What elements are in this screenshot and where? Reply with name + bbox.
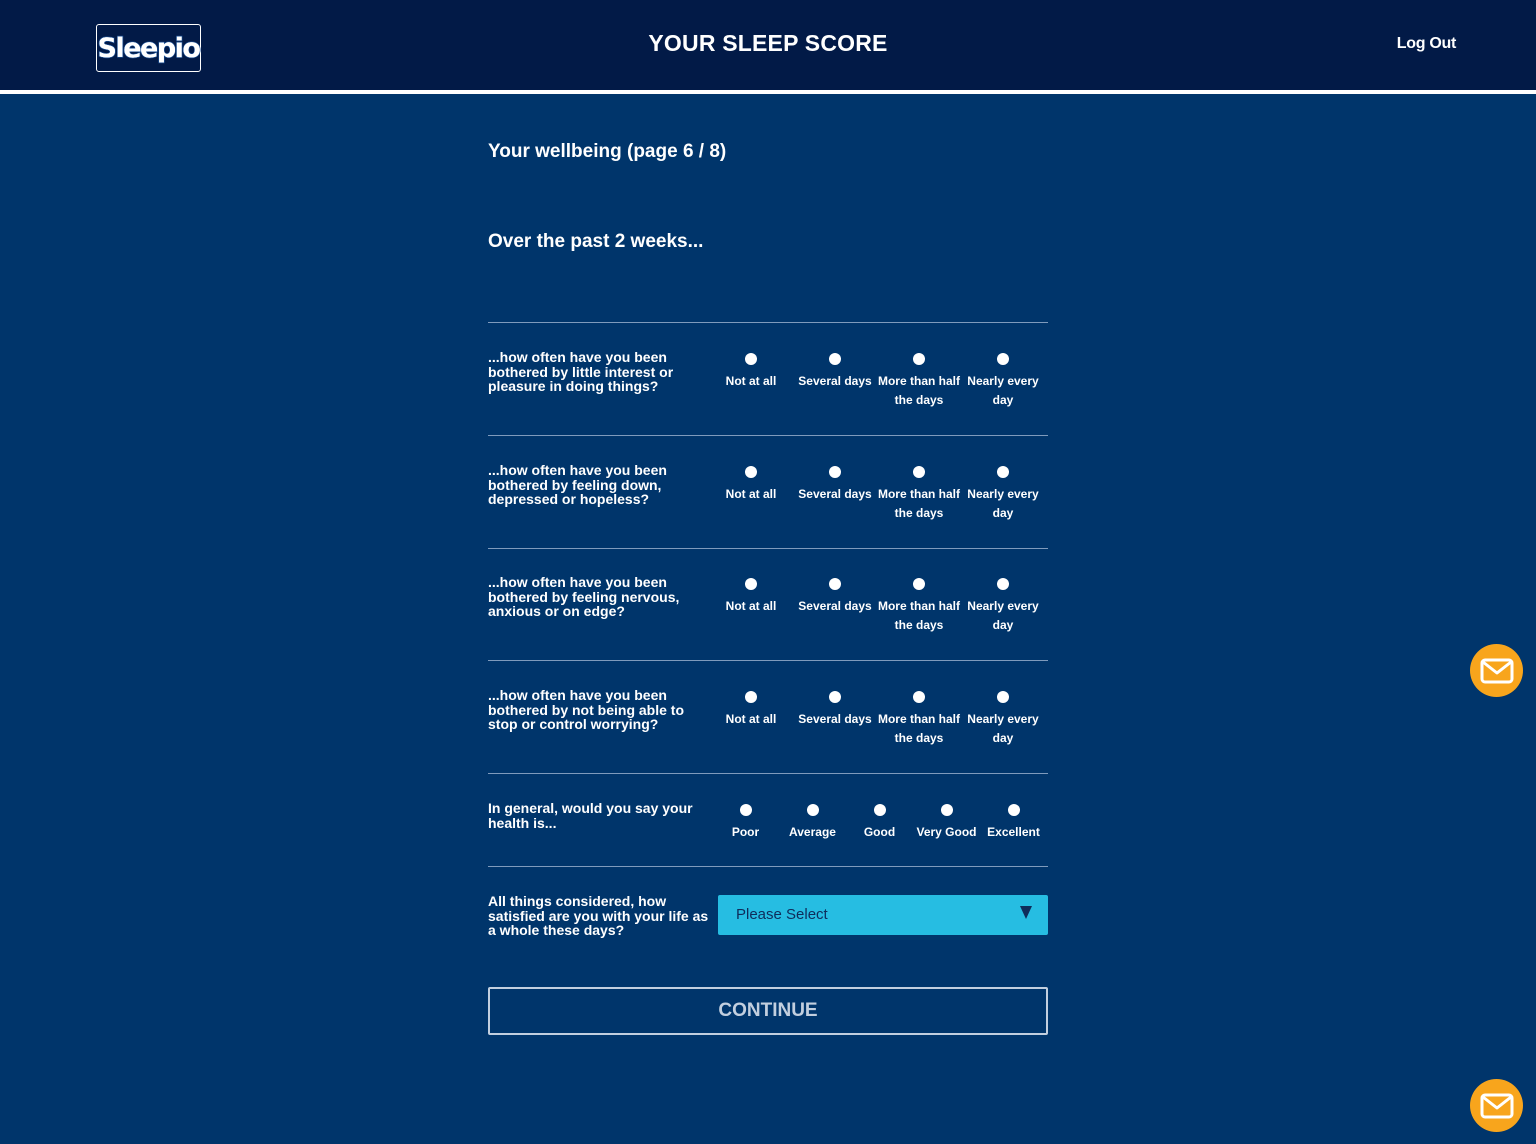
option-label: Not at all <box>725 712 777 726</box>
page-title: YOUR SLEEP SCORE <box>648 30 888 56</box>
divider <box>488 866 1048 867</box>
option-not-at-all[interactable]: Not at all <box>708 578 794 616</box>
option-label: More than half the days <box>877 712 960 745</box>
option-label: Excellent <box>987 825 1040 839</box>
logout-link[interactable]: Log Out <box>1397 35 1457 53</box>
radio-button[interactable] <box>829 578 841 590</box>
option-not-at-all[interactable]: Not at all <box>708 691 794 729</box>
radio-button[interactable] <box>873 804 886 816</box>
option-nearly-every-day[interactable]: Nearly every day <box>960 353 1046 410</box>
mail-icon <box>1480 658 1513 683</box>
mail-icon <box>1480 1093 1513 1118</box>
option-excellent[interactable]: Excellent <box>978 804 1049 842</box>
option-nearly-every-day[interactable]: Nearly every day <box>960 578 1046 635</box>
question-text: ...how often have you been bothered by l… <box>488 349 674 394</box>
option-several-days[interactable]: Several days <box>792 466 878 504</box>
radio-button[interactable] <box>913 353 925 365</box>
radio-button[interactable] <box>806 804 819 816</box>
option-label: Not at all <box>725 374 777 388</box>
option-label: More than half the days <box>877 374 960 407</box>
option-label: Poor <box>731 825 760 839</box>
divider <box>488 435 1048 436</box>
life-satisfaction-select[interactable]: Please Select <box>718 895 1048 935</box>
option-label: Very Good <box>916 825 977 839</box>
divider <box>488 548 1048 549</box>
option-poor[interactable]: Poor <box>710 804 781 842</box>
radio-button[interactable] <box>745 466 757 478</box>
option-label: Several days <box>798 599 872 613</box>
radio-button[interactable] <box>739 804 752 816</box>
radio-button[interactable] <box>913 691 925 703</box>
radio-button[interactable] <box>745 353 757 365</box>
question-text: ...how often have you been bothered by f… <box>488 462 667 507</box>
option-more-than-half[interactable]: More than half the days <box>876 691 962 748</box>
option-several-days[interactable]: Several days <box>792 691 878 729</box>
divider <box>488 660 1048 661</box>
option-label: Nearly every day <box>967 374 1039 407</box>
radio-button[interactable] <box>913 578 925 590</box>
option-label: Several days <box>798 374 872 388</box>
question-text: ...how often have you been bothered by f… <box>488 574 680 619</box>
option-more-than-half[interactable]: More than half the days <box>876 466 962 523</box>
radio-button[interactable] <box>829 353 841 365</box>
continue-button[interactable]: CONTINUE <box>488 987 1048 1035</box>
radio-button[interactable] <box>745 578 757 590</box>
option-several-days[interactable]: Several days <box>792 353 878 391</box>
option-label: Not at all <box>725 487 777 501</box>
question-text: ...how often have you been bothered by n… <box>488 687 684 732</box>
dropdown-arrow-icon <box>1020 906 1032 919</box>
top-bar: Sleepio YOUR SLEEP SCORE Log Out <box>0 0 1536 90</box>
divider <box>488 773 1048 774</box>
header-divider <box>0 90 1536 94</box>
section-title: Your wellbeing (page 6 / 8) <box>488 141 727 162</box>
option-nearly-every-day[interactable]: Nearly every day <box>960 691 1046 748</box>
option-several-days[interactable]: Several days <box>792 578 878 616</box>
option-more-than-half[interactable]: More than half the days <box>876 578 962 635</box>
option-label: Good <box>863 825 896 839</box>
option-average[interactable]: Average <box>777 804 848 842</box>
option-not-at-all[interactable]: Not at all <box>708 466 794 504</box>
option-label: Average <box>789 825 836 839</box>
radio-button[interactable] <box>997 691 1009 703</box>
questionnaire-lead: Over the past 2 weeks... <box>488 231 704 252</box>
radio-button[interactable] <box>1007 804 1020 816</box>
option-label: More than half the days <box>877 487 960 520</box>
question-text: In general, would you say your health is… <box>488 800 693 831</box>
radio-button[interactable] <box>997 353 1009 365</box>
radio-button[interactable] <box>940 804 953 816</box>
select-value: Please Select <box>736 906 828 923</box>
radio-button[interactable] <box>829 691 841 703</box>
support-message-button[interactable] <box>1470 644 1523 697</box>
option-label: Not at all <box>725 599 777 613</box>
question-text: All things considered, how satisfied are… <box>488 893 709 938</box>
option-label: Nearly every day <box>967 599 1039 632</box>
radio-button[interactable] <box>997 466 1009 478</box>
radio-button[interactable] <box>745 691 757 703</box>
radio-button[interactable] <box>997 578 1009 590</box>
option-not-at-all[interactable]: Not at all <box>708 353 794 391</box>
option-label: Nearly every day <box>967 487 1039 520</box>
divider <box>488 322 1048 323</box>
option-nearly-every-day[interactable]: Nearly every day <box>960 466 1046 523</box>
option-good[interactable]: Good <box>844 804 915 842</box>
option-label: Several days <box>798 712 872 726</box>
option-very-good[interactable]: Very Good <box>911 804 982 842</box>
radio-button[interactable] <box>829 466 841 478</box>
option-label: More than half the days <box>877 599 960 632</box>
radio-button[interactable] <box>913 466 925 478</box>
option-label: Several days <box>798 487 872 501</box>
option-label: Nearly every day <box>967 712 1039 745</box>
option-more-than-half[interactable]: More than half the days <box>876 353 962 410</box>
support-message-button[interactable] <box>1470 1079 1523 1132</box>
